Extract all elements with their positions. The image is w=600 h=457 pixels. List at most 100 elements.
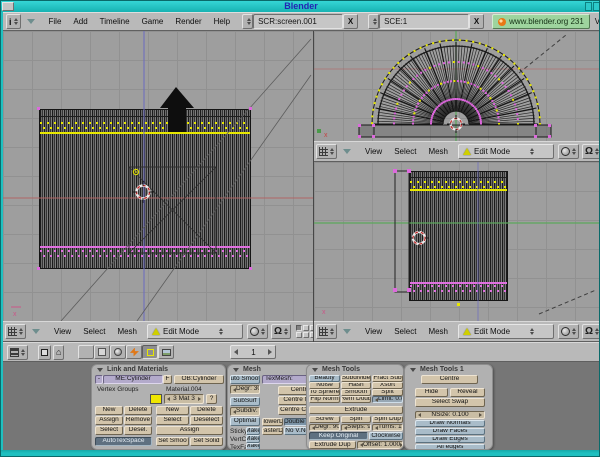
- panel-header[interactable]: Mesh Tools 1: [405, 365, 492, 374]
- menu-help[interactable]: Help: [214, 17, 230, 26]
- scene-delete-button[interactable]: X: [469, 14, 484, 29]
- mode-dropdown[interactable]: Edit Mode: [458, 324, 554, 339]
- draw-type-button[interactable]: [558, 324, 579, 339]
- mode-dropdown[interactable]: Edit Mode: [458, 144, 554, 159]
- vgroup-remove-button[interactable]: Remove: [124, 416, 152, 425]
- window-minimize-button[interactable]: [2, 2, 14, 11]
- spin-dup-button[interactable]: Spin Dup: [372, 416, 403, 423]
- object-context-button[interactable]: [126, 345, 142, 359]
- material-delete-button[interactable]: Delete: [190, 406, 223, 415]
- extrude-dup-button[interactable]: Extrude Dup: [309, 441, 356, 449]
- material-help-button[interactable]: ?: [206, 394, 217, 404]
- turns-field[interactable]: Turns: 1: [372, 424, 403, 431]
- split-button[interactable]: Split: [372, 389, 403, 396]
- optimal-toggle[interactable]: Optimal: [230, 417, 260, 426]
- set-smooth-button[interactable]: Set Smoo: [156, 437, 189, 446]
- mesh-browse-button[interactable]: -: [95, 375, 103, 384]
- vgroup-select-button[interactable]: Select: [95, 426, 123, 435]
- nsize-field[interactable]: NSize: 0.100: [415, 411, 485, 419]
- panel-align-button[interactable]: [38, 345, 51, 360]
- layer-button[interactable]: [296, 332, 302, 338]
- window-shade-button[interactable]: [593, 2, 600, 11]
- texface-make-button[interactable]: Make: [246, 443, 260, 450]
- screen-delete-button[interactable]: X: [343, 14, 358, 29]
- rem-doubles-button[interactable]: Rem Doub: [341, 396, 371, 403]
- 3d-viewport-side[interactable]: x: [314, 162, 599, 321]
- frame-back-icon[interactable]: [234, 349, 238, 355]
- header-collapse-icon[interactable]: [27, 19, 35, 24]
- select-swap-button[interactable]: Select Swap: [415, 398, 485, 407]
- draw-edges-toggle[interactable]: Draw Edges: [415, 436, 485, 443]
- fake-user-button[interactable]: F: [163, 375, 172, 384]
- layer-button[interactable]: [303, 332, 309, 338]
- screen-name-field[interactable]: SCR:screen.001: [253, 14, 343, 29]
- info-window-button[interactable]: i: [6, 14, 21, 29]
- hide-button[interactable]: Hide: [415, 388, 448, 397]
- offset-field[interactable]: Offset: 1.000: [357, 441, 403, 449]
- degr-field[interactable]: Degr: 90: [309, 424, 340, 431]
- auto-smooth-toggle[interactable]: Auto Smooth: [230, 375, 260, 384]
- beauty-toggle[interactable]: Beauty: [309, 375, 340, 382]
- view-menu[interactable]: View: [365, 327, 382, 336]
- mesh-menu[interactable]: Mesh: [117, 327, 137, 336]
- to-sphere-button[interactable]: To Sphere: [309, 389, 340, 396]
- window-titlebar[interactable]: Blender: [1, 1, 600, 12]
- faster-draw-button[interactable]: FasterDr: [262, 427, 283, 435]
- header-collapse-icon[interactable]: [343, 149, 351, 154]
- 3d-viewport-front[interactable]: x: [3, 31, 313, 321]
- hash-button[interactable]: Hash: [341, 382, 371, 389]
- material-color-swatch[interactable]: [150, 394, 162, 404]
- buttons-window[interactable]: Link and Materials - ME:Cylinder F OB:Cy…: [3, 362, 599, 450]
- pivot-button[interactable]: Ω: [582, 144, 599, 159]
- degr-field[interactable]: Degr: 30: [230, 385, 260, 394]
- window-maximize-button[interactable]: [585, 2, 592, 11]
- fract-subd-button[interactable]: Fract Sub: [372, 375, 403, 382]
- centre-button[interactable]: Centre: [421, 375, 478, 384]
- menu-timeline[interactable]: Timeline: [100, 17, 130, 26]
- select-menu[interactable]: Select: [83, 327, 105, 336]
- scene-context-button[interactable]: [158, 345, 174, 359]
- menu-file[interactable]: File: [49, 17, 62, 26]
- subsurf-toggle[interactable]: SubSurf: [230, 397, 260, 406]
- vgroup-deselect-button[interactable]: Desel.: [124, 426, 152, 435]
- screen-browse-button[interactable]: [242, 14, 253, 29]
- slower-draw-button[interactable]: SlowerDr: [262, 418, 283, 426]
- mesh-menu[interactable]: Mesh: [428, 147, 448, 156]
- material-deselect-button[interactable]: Deselect: [190, 416, 223, 425]
- scene-browse-button[interactable]: [368, 14, 379, 29]
- viewport-type-button[interactable]: [5, 324, 26, 339]
- vgroup-new-button[interactable]: New: [95, 406, 123, 415]
- panel-header[interactable]: Mesh Tools: [307, 365, 403, 374]
- draw-faces-toggle[interactable]: Draw Faces: [415, 428, 485, 435]
- editing-context-button[interactable]: [142, 345, 158, 359]
- noise-button[interactable]: Noise: [309, 382, 340, 389]
- pivot-button[interactable]: Ω: [271, 324, 291, 339]
- material-index-spinner[interactable]: 3 Mat 3: [164, 394, 204, 404]
- header-collapse-icon[interactable]: [32, 329, 40, 334]
- set-solid-button[interactable]: Set Solid: [190, 437, 223, 446]
- mode-dropdown[interactable]: Edit Mode: [147, 324, 243, 339]
- 3d-viewport-top[interactable]: x: [314, 31, 599, 141]
- screw-button[interactable]: Screw: [309, 416, 340, 423]
- frame-forward-icon[interactable]: [268, 349, 272, 355]
- menu-add[interactable]: Add: [73, 17, 87, 26]
- select-menu[interactable]: Select: [394, 147, 416, 156]
- mesh-name-field[interactable]: ME:Cylinder: [103, 375, 163, 384]
- draw-type-button[interactable]: [247, 324, 268, 339]
- viewport-type-button[interactable]: [316, 144, 337, 159]
- steps-field[interactable]: Steps: 9: [341, 424, 371, 431]
- view-menu[interactable]: View: [365, 147, 382, 156]
- vertcol-make-button[interactable]: Make: [246, 435, 260, 443]
- object-name-field[interactable]: OB:Cylinder: [174, 375, 224, 384]
- material-select-button[interactable]: Select: [156, 416, 189, 425]
- limit-field[interactable]: Limit: 0.001: [372, 396, 403, 403]
- smooth-button[interactable]: Smooth: [341, 389, 371, 396]
- layer-button[interactable]: [296, 325, 302, 331]
- viewport-divider[interactable]: [313, 31, 314, 342]
- keep-original-toggle[interactable]: Keep Original: [309, 432, 368, 440]
- layer-button[interactable]: [303, 325, 309, 331]
- viewport-type-button[interactable]: [316, 324, 337, 339]
- panel-header[interactable]: Link and Materials: [92, 365, 225, 374]
- spin-button[interactable]: Spin: [341, 416, 371, 423]
- material-assign-button[interactable]: Assign: [156, 426, 223, 435]
